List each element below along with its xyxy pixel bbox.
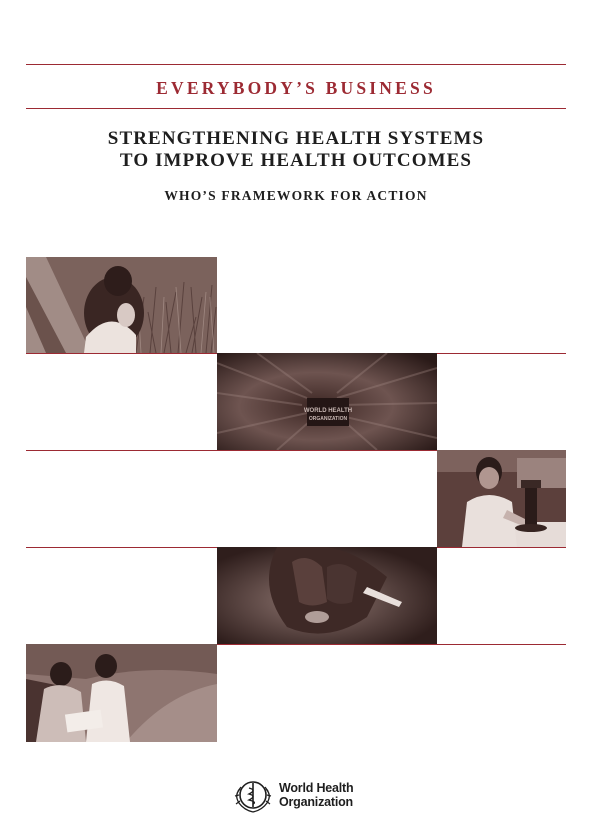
svg-text:WORLD HEALTH: WORLD HEALTH	[304, 408, 352, 414]
subtitle: WHO’S FRAMEWORK FOR ACTION	[164, 188, 428, 203]
who-name-line-2: Organization	[279, 795, 353, 809]
title-line-2: TO IMPROVE HEALTH OUTCOMES	[119, 150, 473, 171]
series-title: EVERYBODY’S BUSINESS	[156, 78, 436, 98]
gloved-hand-pipette-photo	[217, 547, 437, 644]
who-logo: World Health Organization	[232, 775, 372, 815]
top-rule	[26, 64, 566, 65]
title-line-1: STRENGTHENING HEALTH SYSTEMS	[107, 128, 485, 149]
who-name: World Health Organization	[279, 781, 354, 809]
children-in-rice-field-photo	[26, 257, 217, 353]
series-rule	[26, 108, 566, 109]
who-emblem-icon	[232, 775, 274, 815]
health-workers-clipboard-photo	[26, 644, 217, 742]
svg-text:ORGANIZATION: ORGANIZATION	[309, 416, 348, 422]
motion-blur-crowd-photo: WORLD HEALTH ORGANIZATION	[217, 353, 437, 450]
lab-technician-microscope-photo	[437, 450, 566, 547]
who-name-line-1: World Health	[279, 781, 354, 795]
